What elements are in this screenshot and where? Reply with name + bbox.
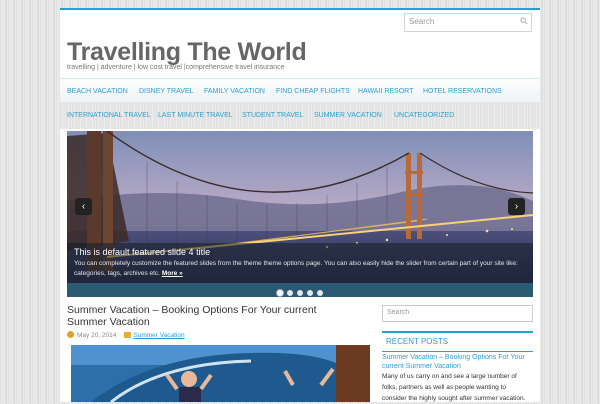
nav-item-beach-vacation[interactable]: BEACH VACATION: [67, 88, 128, 95]
slider-pagination: [67, 283, 533, 297]
primary-nav: BEACH VACATION DISNEY TRAVEL FAMILY VACA…: [60, 78, 540, 104]
nav-item-find-cheap-flights[interactable]: FIND CHEAP FLIGHTS: [276, 88, 350, 95]
slider-dot-2[interactable]: [287, 290, 293, 296]
recent-posts-heading-text: RECENT POSTS: [386, 337, 449, 346]
slide-caption: This is default featured slide 4 title Y…: [67, 243, 533, 283]
site-header: Search Travelling The World travelling |…: [60, 10, 540, 78]
post-date: May 20, 2014: [77, 332, 117, 339]
recent-post-link[interactable]: Summer Vacation – Booking Options For Yo…: [382, 353, 532, 371]
slide-title: This is default featured slide 4 title: [74, 247, 211, 257]
post-title[interactable]: Summer Vacation – Booking Options For Yo…: [67, 304, 357, 328]
sidebar-search-input[interactable]: Search: [382, 305, 533, 322]
nav-item-international-travel[interactable]: INTERNATIONAL TRAVEL: [67, 112, 151, 119]
nav-item-last-minute-travel[interactable]: LAST MINUTE TRAVEL: [158, 112, 233, 119]
recent-posts-heading: RECENT POSTS: [382, 331, 533, 352]
site-description: travelling | adventure | low cost travel…: [67, 64, 285, 71]
header-search-placeholder: Search: [409, 17, 435, 26]
slider-next-button[interactable]: ›: [508, 198, 525, 215]
page-container: Search Travelling The World travelling |…: [60, 8, 540, 402]
nav-item-family-vacation[interactable]: FAMILY VACATION: [204, 88, 265, 95]
site-title[interactable]: Travelling The World: [67, 38, 307, 67]
nav-item-hawaii-resort[interactable]: HAWAII RESORT: [358, 88, 413, 95]
header-search-input[interactable]: Search: [404, 13, 532, 32]
post-image-graphic: [71, 345, 370, 402]
sidebar-search-placeholder: Search: [387, 309, 410, 316]
slider-dot-3[interactable]: [297, 290, 303, 296]
recent-post-excerpt: Many of us carry on and see a large numb…: [382, 373, 526, 402]
secondary-nav: INTERNATIONAL TRAVEL LAST MINUTE TRAVEL …: [60, 102, 540, 129]
nav-item-student-travel[interactable]: STUDENT TRAVEL: [242, 112, 303, 119]
nav-item-disney-travel[interactable]: DISNEY TRAVEL: [139, 88, 193, 95]
post-meta: May 20, 2014 Summer Vacation: [67, 331, 185, 339]
search-icon[interactable]: [520, 17, 528, 25]
post-category-link[interactable]: Summer Vacation: [133, 332, 184, 339]
slider-dot-5[interactable]: [317, 290, 323, 296]
featured-slider[interactable]: ‹ › This is default featured slide 4 tit…: [67, 131, 533, 297]
nav-item-uncategorized[interactable]: UNCATEGORIZED: [394, 112, 454, 119]
post-featured-image[interactable]: [71, 345, 370, 402]
slider-dot-4[interactable]: [307, 290, 313, 296]
folder-icon: [124, 332, 132, 338]
nav-item-summer-vacation[interactable]: SUMMER VACATION: [314, 112, 382, 119]
slide-more-link[interactable]: More »: [162, 270, 183, 277]
slider-dot-1[interactable]: [277, 290, 283, 296]
clock-icon: [67, 331, 74, 338]
slider-prev-button[interactable]: ‹: [75, 198, 92, 215]
slide-description: You can completely customize the feature…: [74, 259, 526, 279]
nav-item-hotel-reservations[interactable]: HOTEL RESERVATIONS: [423, 88, 502, 95]
slide-description-text: You can completely customize the feature…: [74, 260, 518, 277]
